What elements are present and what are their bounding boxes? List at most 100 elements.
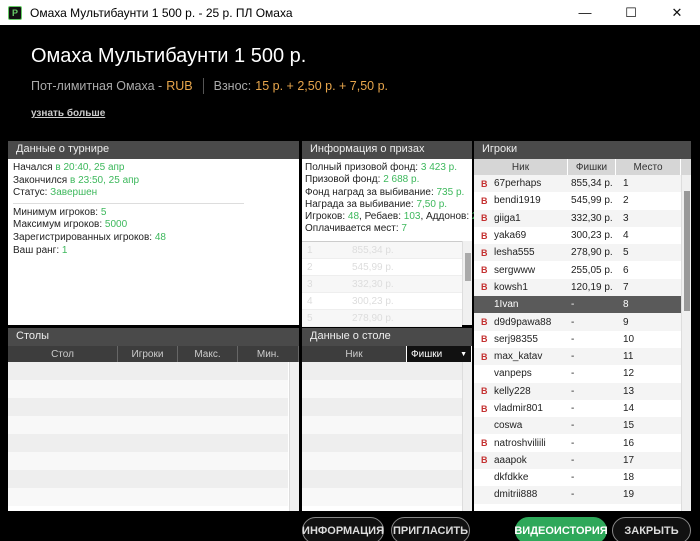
registered-line: Зарегистрированных игроков: 48 — [13, 231, 166, 243]
learn-more-link[interactable]: узнать больше — [31, 108, 105, 119]
payout-scrollbar[interactable] — [462, 241, 472, 325]
player-row[interactable]: Bkelly228 - 13 — [474, 382, 681, 400]
minimize-button[interactable]: — — [562, 0, 608, 25]
scrollbar-thumb[interactable] — [684, 191, 690, 311]
prize-info-title: Информация о призах — [302, 141, 472, 159]
payout-row: 3 332,30 р. — [302, 276, 462, 293]
player-row[interactable]: Bvladmir801 - 14 — [474, 399, 681, 418]
bounty-badge: B — [481, 247, 488, 258]
player-row[interactable]: dmitrii888 - 19 — [474, 486, 681, 504]
player-chips: - — [571, 472, 575, 484]
player-nick: sergwww — [494, 264, 536, 276]
player-row[interactable]: coswa - 15 — [474, 417, 681, 435]
bounty-badge: B — [481, 351, 488, 362]
tournament-title: Омаха Мультибаунти 1 500 р. — [31, 45, 307, 67]
player-place: 16 — [623, 437, 635, 449]
player-chips: - — [571, 368, 575, 380]
close-button[interactable]: ЗАКРЫТЬ — [612, 517, 691, 541]
empty-row — [302, 416, 462, 434]
empty-row — [8, 398, 288, 416]
player-row[interactable]: Bmax_katav - 11 — [474, 347, 681, 366]
player-chips: - — [571, 489, 575, 501]
player-row[interactable]: Blesha555 278,90 р. 5 — [474, 244, 681, 262]
player-place: 8 — [623, 299, 629, 311]
player-place: 11 — [623, 351, 634, 363]
col-nick[interactable]: Ник — [474, 159, 568, 175]
video-history-button[interactable]: ВИДЕОИСТОРИЯ — [514, 517, 608, 541]
col-chips[interactable]: Фишки — [568, 159, 616, 175]
payout-row: 2 545,99 р. — [302, 259, 462, 276]
bounty-badge: B — [481, 386, 488, 397]
player-chips: - — [571, 316, 575, 328]
player-row[interactable]: Baaapok - 17 — [474, 451, 681, 470]
player-chips: 278,90 р. — [571, 247, 613, 259]
app-icon: P — [8, 5, 22, 20]
max-players-line: Максимум игроков: 5000 — [13, 219, 128, 231]
empty-row — [302, 470, 462, 488]
player-nick: 1Ivan — [494, 299, 519, 311]
total-pool-line: Полный призовой фонд: 3 423 р. — [305, 162, 458, 173]
col-max[interactable]: Макс. — [178, 346, 238, 362]
player-row[interactable]: vanpeps - 12 — [474, 365, 681, 383]
invite-button[interactable]: ПРИГЛАСИТЬ — [391, 517, 470, 541]
player-place: 2 — [623, 195, 629, 207]
divider — [202, 78, 204, 94]
empty-row — [302, 398, 462, 416]
player-row[interactable]: Bbendi1919 545,99 р. 2 — [474, 192, 681, 210]
bounty-badge: B — [481, 178, 488, 189]
maximize-button[interactable]: ☐ — [608, 0, 654, 25]
tables-list — [8, 362, 288, 506]
player-chips: - — [571, 333, 575, 345]
game-type: Пот-лимитная Омаха - — [31, 79, 163, 93]
col-players[interactable]: Игроки — [118, 346, 178, 362]
col-min[interactable]: Мин. — [238, 346, 299, 362]
empty-row — [8, 416, 288, 434]
tables-title: Столы — [8, 328, 299, 346]
player-row[interactable]: 1Ivan - 8 — [474, 296, 681, 314]
player-place: 9 — [623, 316, 629, 328]
player-row[interactable]: Bnatroshviliili - 16 — [474, 434, 681, 452]
players-scrollbar[interactable] — [681, 175, 691, 511]
player-row[interactable]: Bgiiga1 332,30 р. 3 — [474, 209, 681, 227]
col-place[interactable]: Место — [616, 159, 681, 175]
col-nick[interactable]: Ник — [302, 346, 407, 362]
bounty-badge: B — [481, 230, 488, 241]
player-nick: lesha555 — [494, 247, 535, 259]
player-row[interactable]: Bd9d9pawa88 - 9 — [474, 313, 681, 331]
player-row[interactable]: Bserj98355 - 10 — [474, 330, 681, 348]
player-place: 6 — [623, 264, 629, 276]
tables-scrollbar[interactable] — [289, 362, 299, 511]
player-place: 1 — [623, 178, 629, 190]
bounty-fund-line: Фонд наград за выбивание: 735 р. — [305, 186, 465, 198]
col-chips-sort[interactable]: Фишки ▼ — [407, 346, 472, 362]
started-line: Начался в 20:40, 25 апр — [13, 162, 125, 173]
player-row[interactable]: dkfdkke - 18 — [474, 469, 681, 487]
player-nick: yaka69 — [494, 230, 527, 242]
empty-row — [8, 488, 288, 506]
player-row[interactable]: Bsergwww 255,05 р. 6 — [474, 261, 681, 279]
bounty-badge: B — [481, 213, 488, 224]
paid-places-line: Оплачивается мест: 7 — [305, 223, 407, 235]
empty-row — [8, 470, 288, 488]
scrollbar-thumb[interactable] — [465, 253, 471, 281]
table-data-header: Ник Фишки ▼ — [302, 346, 472, 362]
player-chips: - — [571, 403, 575, 414]
col-table[interactable]: Стол — [8, 346, 118, 362]
tournament-subtitle: Пот-лимитная Омаха - RUB Взнос: 15 р. + … — [31, 78, 388, 94]
player-row[interactable]: Byaka69 300,23 р. 4 — [474, 226, 681, 245]
bounty-badge: B — [481, 317, 488, 328]
rank-line: Ваш ранг: 1 — [13, 244, 68, 256]
player-row[interactable]: Bkowsh1 120,19 р. 7 — [474, 278, 681, 297]
player-nick: 67perhaps — [494, 178, 542, 190]
close-window-button[interactable]: ✕ — [654, 0, 700, 25]
player-nick: bendi1919 — [494, 195, 541, 207]
info-button[interactable]: ИНФОРМАЦИЯ — [302, 517, 384, 541]
table-data-scrollbar[interactable] — [462, 362, 472, 511]
player-chips: - — [571, 454, 575, 466]
player-place: 10 — [623, 333, 635, 345]
player-row[interactable]: B 67perhaps 855,34 р. 1 — [474, 175, 681, 193]
player-chips: - — [571, 299, 575, 311]
player-chips: - — [571, 437, 575, 449]
prize-pool-line: Призовой фонд: 2 688 р. — [305, 174, 420, 186]
player-nick: max_katav — [494, 351, 543, 363]
